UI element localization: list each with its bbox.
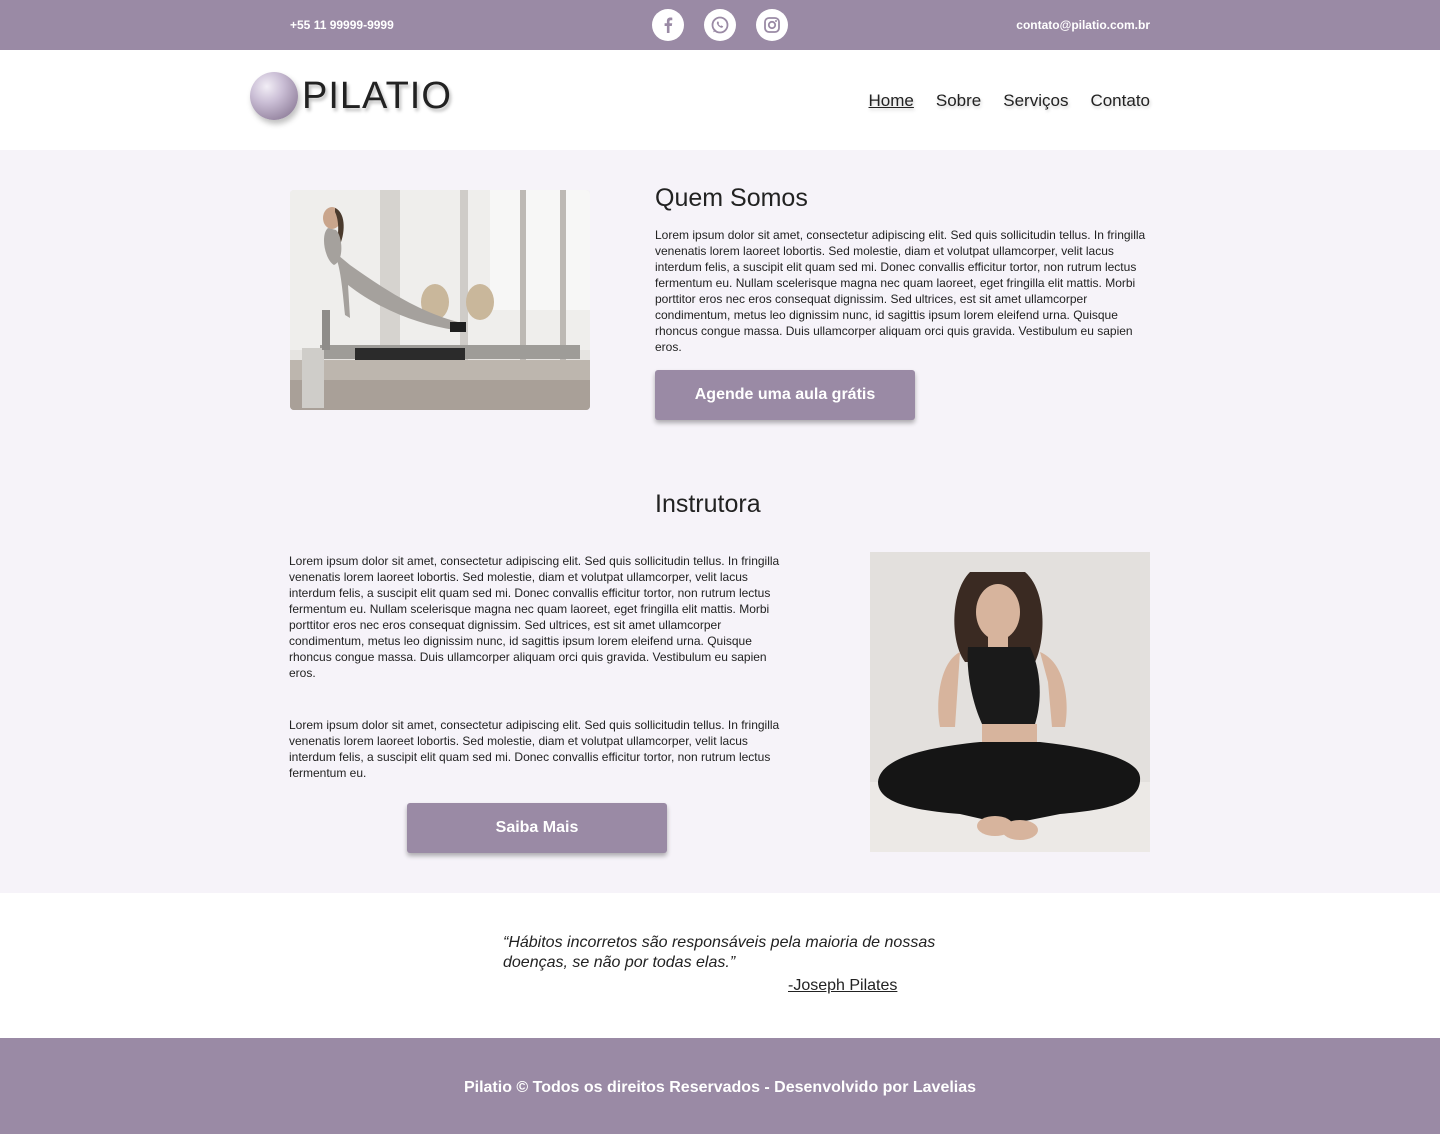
whatsapp-link[interactable]	[704, 9, 736, 41]
phone-number[interactable]: +55 11 99999-9999	[290, 18, 394, 32]
logo-ball-icon	[250, 72, 298, 120]
instructor-title: Instrutora	[655, 490, 761, 518]
site-footer: Pilatio © Todos os direitos Reservados -…	[0, 1038, 1440, 1134]
facebook-icon	[664, 17, 673, 33]
instagram-link[interactable]	[756, 9, 788, 41]
site-header: PILATIO Home Sobre Serviços Contato	[0, 50, 1440, 150]
main-content: Quem Somos Lorem ipsum dolor sit amet, c…	[0, 150, 1440, 893]
about-text: Lorem ipsum dolor sit amet, consectetur …	[655, 228, 1146, 354]
facebook-link[interactable]	[652, 9, 684, 41]
email-link[interactable]: contato@pilatio.com.br	[1016, 18, 1150, 32]
reformer-photo	[290, 190, 590, 410]
site-logo[interactable]: PILATIO	[250, 72, 452, 120]
instructor-text-2: Lorem ipsum dolor sit amet, consectetur …	[289, 718, 780, 780]
nav-servicos[interactable]: Serviços	[1003, 91, 1068, 111]
quote-author-link[interactable]: -Joseph Pilates	[788, 977, 897, 995]
instructor-text-1: Lorem ipsum dolor sit amet, consectetur …	[289, 554, 780, 680]
instagram-icon	[764, 17, 780, 33]
logo-text: PILATIO	[302, 74, 452, 117]
about-title: Quem Somos	[655, 184, 808, 212]
footer-copyright: Pilatio © Todos os direitos Reservados -…	[463, 1079, 977, 1096]
social-links	[652, 9, 788, 41]
whatsapp-icon	[711, 16, 729, 34]
nav-home[interactable]: Home	[869, 91, 914, 111]
nav-sobre[interactable]: Sobre	[936, 91, 981, 111]
free-class-button[interactable]: Agende uma aula grátis	[655, 370, 915, 420]
quote-text: “Hábitos incorretos são responsáveis pel…	[503, 934, 936, 971]
instructor-photo	[870, 552, 1150, 852]
nav-contato[interactable]: Contato	[1090, 91, 1150, 111]
learn-more-button[interactable]: Saiba Mais	[407, 803, 667, 853]
quote-section: “Hábitos incorretos são responsáveis pel…	[0, 893, 1440, 1038]
top-bar: +55 11 99999-9999 contato@pilatio.com.br	[0, 0, 1440, 50]
main-nav: Home Sobre Serviços Contato	[869, 91, 1150, 111]
